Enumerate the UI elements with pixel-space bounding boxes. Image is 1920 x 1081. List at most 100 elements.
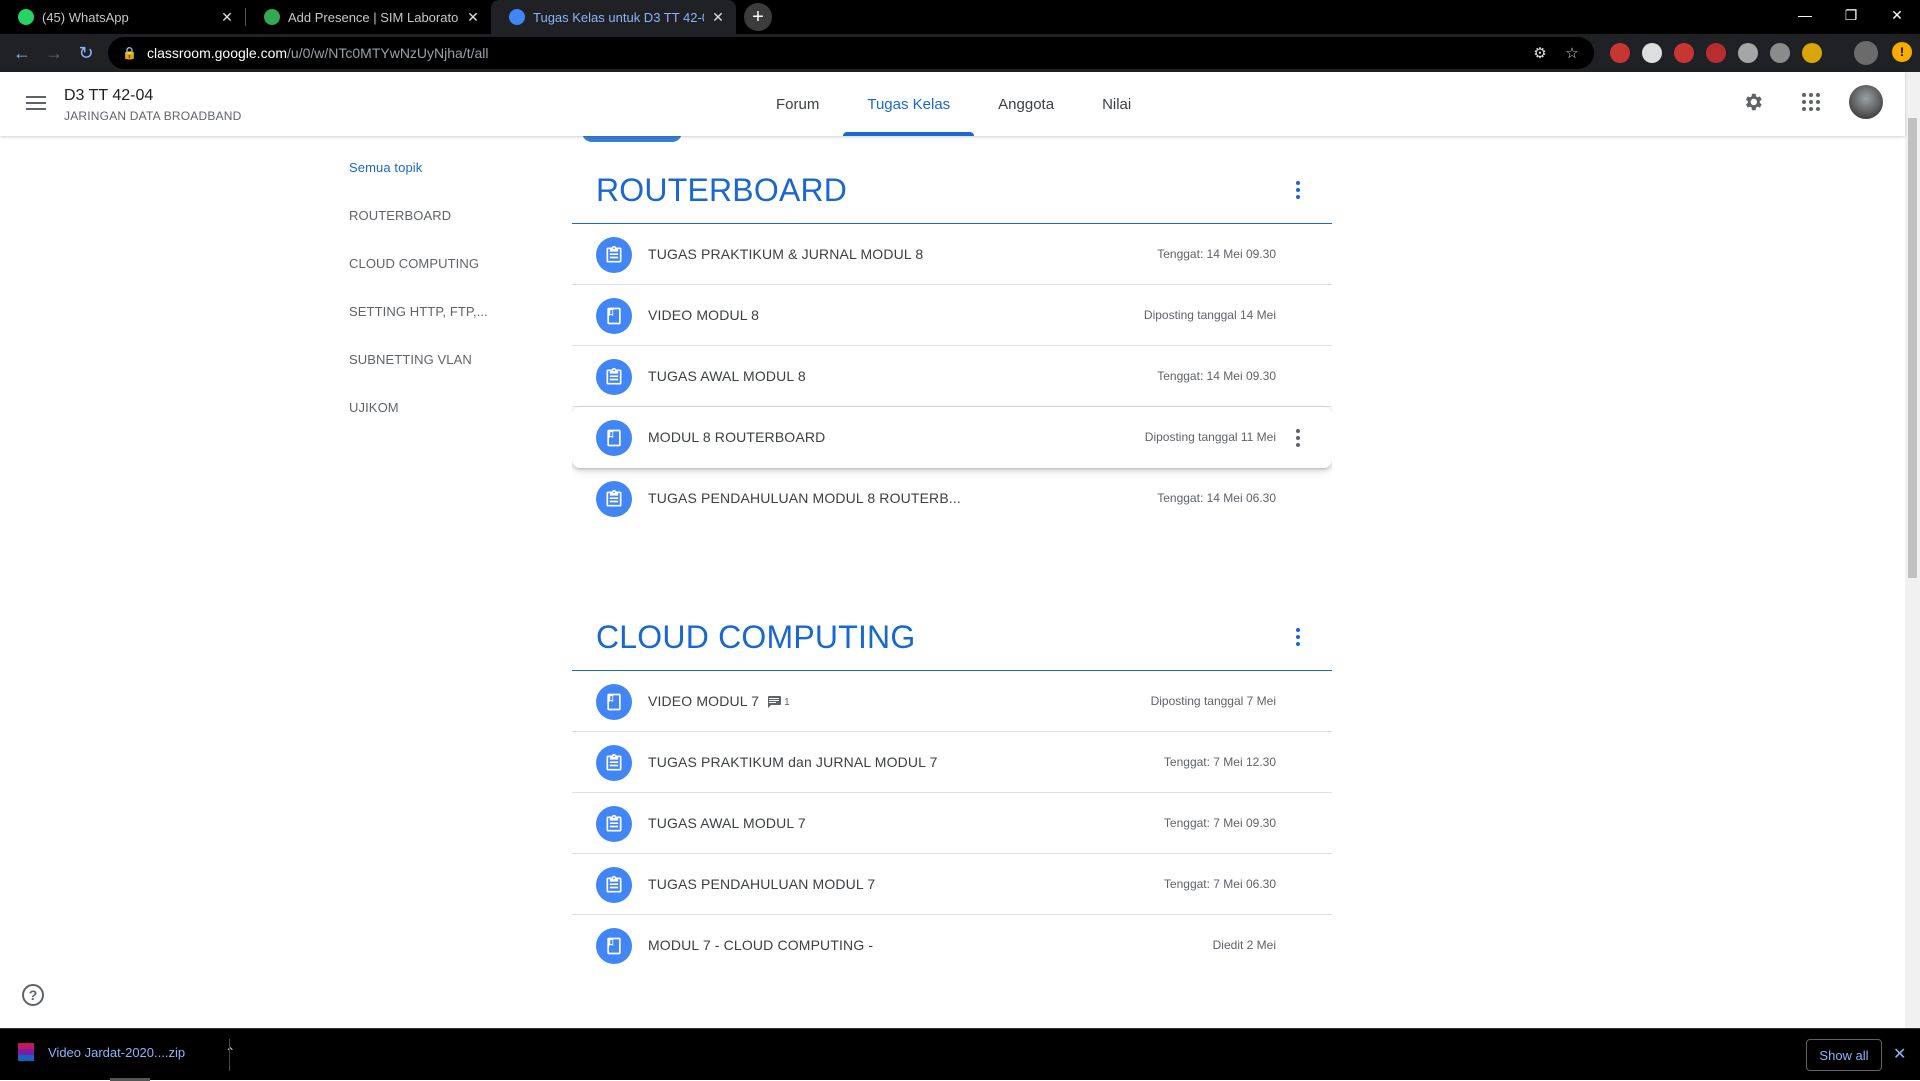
window-controls: — ❐ ✕: [1782, 0, 1920, 30]
topic-item[interactable]: ROUTERBOARD: [349, 208, 488, 256]
tab-forum[interactable]: Forum: [752, 72, 843, 136]
tab-close-icon[interactable]: ✕: [710, 9, 726, 26]
url-text: classroom.google.com/u/0/w/NTc0MTYwNzUyN…: [146, 45, 489, 61]
tab-close-icon[interactable]: ✕: [219, 9, 235, 26]
item-more-options-icon[interactable]: [1286, 426, 1310, 450]
google-apps-icon[interactable]: [1791, 82, 1831, 122]
classwork-item[interactable]: MODUL 8 ROUTERBOARD Diposting tanggal 11 …: [572, 407, 1332, 468]
topic-items: VIDEO MODUL 7 1 Diposting tanggal 7 Mei TUG…: [572, 671, 1332, 976]
classwork-title-text: TUGAS PENDAHULUAN MODUL 8 ROUTERB...: [648, 490, 961, 506]
reload-icon[interactable]: ↻: [70, 37, 102, 69]
classwork-title-text: TUGAS AWAL MODUL 8: [648, 368, 806, 384]
close-window-icon[interactable]: ✕: [1874, 0, 1920, 30]
classwork-date: Tenggat: 7 Mei 12.30: [1163, 755, 1276, 769]
topic-item[interactable]: SUBNETTING VLAN: [349, 352, 488, 400]
assignment-icon: [596, 745, 632, 781]
material-icon: [596, 684, 632, 720]
assignment-icon: [596, 237, 632, 273]
browser-tab-strip: (45) WhatsApp ✕ Add Presence | SIM Laborat…: [0, 0, 1920, 34]
tab-favicon-icon: [509, 9, 525, 25]
classwork-title: VIDEO MODUL 8: [648, 307, 759, 323]
restore-icon[interactable]: ❐: [1828, 0, 1874, 30]
translate-icon[interactable]: ⚙: [1530, 43, 1550, 63]
extension-icon[interactable]: [1706, 43, 1726, 63]
topic-title[interactable]: ROUTERBOARD: [596, 172, 847, 209]
new-tab-button[interactable]: +: [744, 3, 772, 31]
classwork-item[interactable]: TUGAS PRAKTIKUM dan JURNAL MODUL 7 Tengga…: [572, 732, 1332, 793]
topic-more-options-icon[interactable]: [1286, 625, 1310, 649]
tab-title: Add Presence | SIM Laboratorium: [288, 9, 459, 25]
shelf-divider: [229, 1039, 230, 1071]
comment-count: 1: [767, 696, 790, 709]
address-bar[interactable]: 🔒 classroom.google.com/u/0/w/NTc0MTYwNzU…: [108, 37, 1594, 69]
classwork-title-text: VIDEO MODUL 7: [648, 693, 760, 709]
topic-item[interactable]: UJIKOM: [349, 400, 488, 448]
classwork-item[interactable]: TUGAS PENDAHULUAN MODUL 8 ROUTERB... Teng…: [572, 468, 1332, 529]
extension-icon[interactable]: [1674, 43, 1694, 63]
browser-profile-avatar[interactable]: [1854, 41, 1878, 65]
extension-icon[interactable]: [1738, 43, 1758, 63]
extension-icon[interactable]: [1642, 43, 1662, 63]
classwork-title-text: TUGAS AWAL MODUL 7: [648, 815, 806, 831]
chevron-up-icon[interactable]: ⌃: [225, 1045, 235, 1059]
extensions-bar: [1610, 43, 1822, 63]
comment-count-text: 1: [784, 696, 790, 708]
scrollbar-thumb[interactable]: [1908, 118, 1917, 578]
comment-icon: [768, 696, 782, 709]
classwork-title: TUGAS PENDAHULUAN MODUL 7: [648, 876, 875, 892]
classwork-title: TUGAS PRAKTIKUM dan JURNAL MODUL 7: [648, 754, 938, 770]
classwork-title-text: TUGAS PRAKTIKUM dan JURNAL MODUL 7: [648, 754, 938, 770]
classwork-item[interactable]: TUGAS PRAKTIKUM & JURNAL MODUL 8 Tenggat:…: [572, 224, 1332, 285]
class-name[interactable]: D3 TT 42-04: [64, 87, 153, 105]
topic-item[interactable]: Semua topik: [349, 160, 488, 208]
browser-tab[interactable]: Tugas Kelas untuk D3 TT 42-04 Ja ✕: [491, 0, 736, 34]
browser-menu-update-icon[interactable]: !: [1892, 42, 1912, 62]
settings-gear-icon[interactable]: [1733, 82, 1773, 122]
tab-close-icon[interactable]: ✕: [465, 9, 481, 26]
topic-section-header: CLOUD COMPUTING: [572, 583, 1332, 671]
back-icon[interactable]: ←: [6, 37, 38, 69]
classwork-date: Tenggat: 14 Mei 06.30: [1157, 491, 1276, 505]
forward-icon[interactable]: →: [38, 37, 70, 69]
classwork-item[interactable]: TUGAS AWAL MODUL 7 Tenggat: 7 Mei 09.30: [572, 793, 1332, 854]
classwork-item[interactable]: MODUL 7 - CLOUD COMPUTING - Diedit 2 Mei: [572, 915, 1332, 976]
classwork-item[interactable]: TUGAS AWAL MODUL 8 Tenggat: 14 Mei 09.30: [572, 346, 1332, 407]
assignment-icon: [596, 867, 632, 903]
close-shelf-icon[interactable]: ✕: [1893, 1044, 1906, 1064]
topic-item[interactable]: CLOUD COMPUTING: [349, 256, 488, 304]
topic-more-options-icon[interactable]: [1286, 178, 1310, 202]
browser-tab[interactable]: Add Presence | SIM Laboratorium ✕: [246, 0, 491, 34]
download-item[interactable]: Video Jardat-2020....zip ⌃: [18, 1043, 235, 1061]
extension-icon[interactable]: [1610, 43, 1630, 63]
show-all-button[interactable]: Show all: [1806, 1039, 1882, 1071]
page-scrollbar[interactable]: [1905, 72, 1920, 1028]
assignment-icon: [596, 481, 632, 517]
extension-icon[interactable]: [1802, 43, 1822, 63]
tab-anggota[interactable]: Anggota: [974, 72, 1078, 136]
download-shelf: Video Jardat-2020....zip ⌃ Show all ✕: [0, 1028, 1920, 1081]
help-icon[interactable]: ?: [22, 984, 44, 1006]
classwork-title: MODUL 8 ROUTERBOARD: [648, 429, 825, 445]
minimize-icon[interactable]: —: [1782, 0, 1828, 30]
topic-title[interactable]: CLOUD COMPUTING: [596, 619, 915, 656]
classwork-item[interactable]: TUGAS PENDAHULUAN MODUL 7 Tenggat: 7 Mei …: [572, 854, 1332, 915]
classwork-item[interactable]: VIDEO MODUL 8 Diposting tanggal 14 Mei: [572, 285, 1332, 346]
class-section: JARINGAN DATA BROADBAND: [64, 109, 242, 123]
tab-favicon-icon: [264, 9, 280, 25]
account-avatar[interactable]: [1849, 85, 1883, 119]
bookmark-star-icon[interactable]: ☆: [1562, 43, 1582, 63]
tab-tugas-kelas[interactable]: Tugas Kelas: [843, 72, 975, 136]
classwork-item[interactable]: VIDEO MODUL 7 1 Diposting tanggal 7 Mei: [572, 671, 1332, 732]
tab-nilai[interactable]: Nilai: [1078, 72, 1155, 136]
classwork-title-text: MODUL 7 - CLOUD COMPUTING -: [648, 937, 874, 953]
material-icon: [596, 298, 632, 334]
topic-item[interactable]: SETTING HTTP, FTP,...: [349, 304, 488, 352]
classwork-date: Tenggat: 14 Mei 09.30: [1157, 247, 1276, 261]
extension-icon[interactable]: [1770, 43, 1790, 63]
classwork-title: TUGAS AWAL MODUL 8: [648, 368, 806, 384]
main-menu-icon[interactable]: [24, 92, 48, 116]
browser-tab[interactable]: (45) WhatsApp ✕: [0, 0, 245, 34]
topic-list: Semua topik ROUTERBOARD CLOUD COMPUTING SET…: [349, 160, 488, 448]
